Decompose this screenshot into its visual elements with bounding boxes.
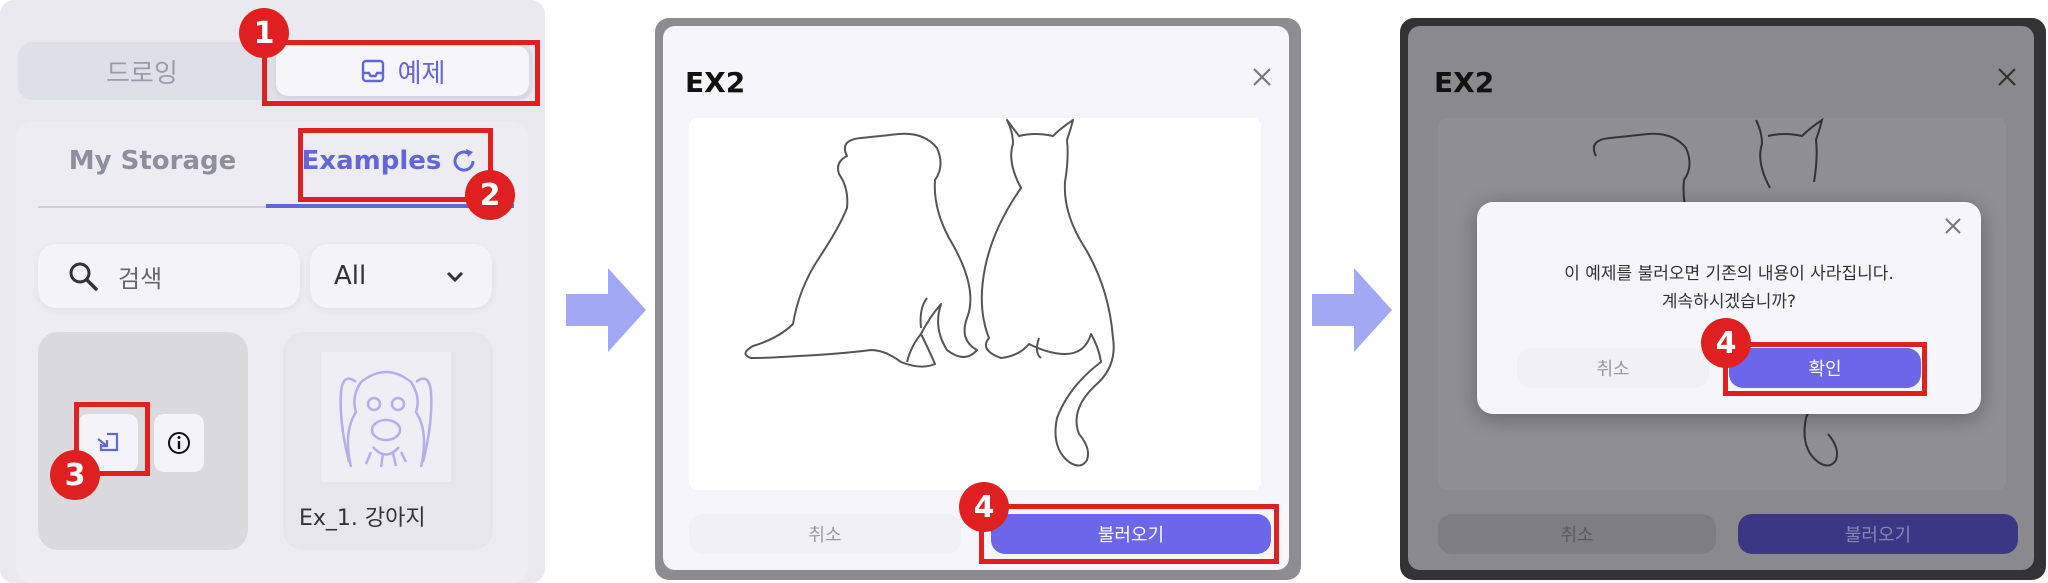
dialog-title: EX2 [685,66,746,99]
search-icon [69,262,98,291]
dimmed-dialog-title: EX2 [1434,66,1495,99]
highlight-box-1 [262,40,540,106]
dog-cat-outline-image [744,119,1115,467]
drawing-mode-button[interactable]: 드로잉 [22,46,262,96]
cancel-button-label: 취소 [808,525,842,546]
tab-divider [38,206,266,208]
tab-my-storage-label: My Storage [68,146,237,176]
search-input[interactable]: 검색 [38,244,300,308]
highlight-box-4b [1723,342,1927,396]
category-select-value: All [334,261,367,291]
load-dialog-dimmed: EX2 취소 불러오기 이 예제를 불러오면 기존의 내용이 사라집니다. 계속… [1408,26,2034,570]
search-placeholder: 검색 [118,264,163,293]
cancel-button[interactable]: 취소 [689,514,961,554]
dimmed-close-icon [1998,68,2016,86]
dimmed-load-button: 불러오기 [1738,514,2018,554]
load-dialog: EX2 취소 불러오기 4 [663,26,1289,570]
dimmed-load-label: 불러오기 [1844,525,1912,546]
dimmed-cancel-label: 취소 [1560,525,1594,546]
confirm-modal: 이 예제를 불러오면 기존의 내용이 사라집니다. 계속하시겠습니까? 취소 확… [1477,202,1981,414]
confirm-message: 이 예제를 불러오면 기존의 내용이 사라집니다. 계속하시겠습니까? [1477,260,1981,316]
step-badge-1: 1 [239,8,289,58]
confirm-message-line1: 이 예제를 불러오면 기존의 내용이 사라집니다. [1564,264,1894,284]
category-select[interactable]: All [310,244,492,308]
step-badge-3: 3 [50,450,100,500]
confirm-message-line2: 계속하시겠습니까? [1661,292,1797,312]
step-badge-4b: 4 [1701,318,1751,368]
highlight-box-2 [298,128,493,202]
step-badge-4a: 4 [959,482,1009,532]
flow-arrow-2 [1312,268,1392,352]
puppy-thumbnail-icon [321,352,451,482]
example-sidebar-panel: 드로잉 예제 My Storage Examples 검색 All Ex_1. … [0,0,545,583]
info-icon [168,432,190,454]
example-preview [689,118,1261,490]
step-badge-2: 2 [465,170,515,220]
example-card-title: Ex_1. 강아지 [299,506,426,531]
confirm-backdrop: EX2 취소 불러오기 이 예제를 불러오면 기존의 내용이 사라집니다. 계속… [1400,18,2046,580]
highlight-box-4a [979,504,1279,564]
drawing-mode-label: 드로잉 [106,58,178,89]
confirm-cancel-label: 취소 [1596,359,1630,380]
confirm-close-icon[interactable] [1943,216,1963,236]
dialog-backdrop: EX2 취소 불러오기 4 [655,18,1301,580]
dimmed-cancel-button: 취소 [1438,514,1716,554]
flow-arrow-1 [566,268,646,352]
info-button[interactable] [154,414,204,472]
example-card[interactable]: Ex_1. 강아지 [283,332,493,550]
chevron-down-icon [446,271,464,283]
tab-my-storage[interactable]: My Storage [40,140,265,182]
close-icon[interactable] [1251,66,1273,88]
confirm-cancel-button[interactable]: 취소 [1517,348,1709,388]
